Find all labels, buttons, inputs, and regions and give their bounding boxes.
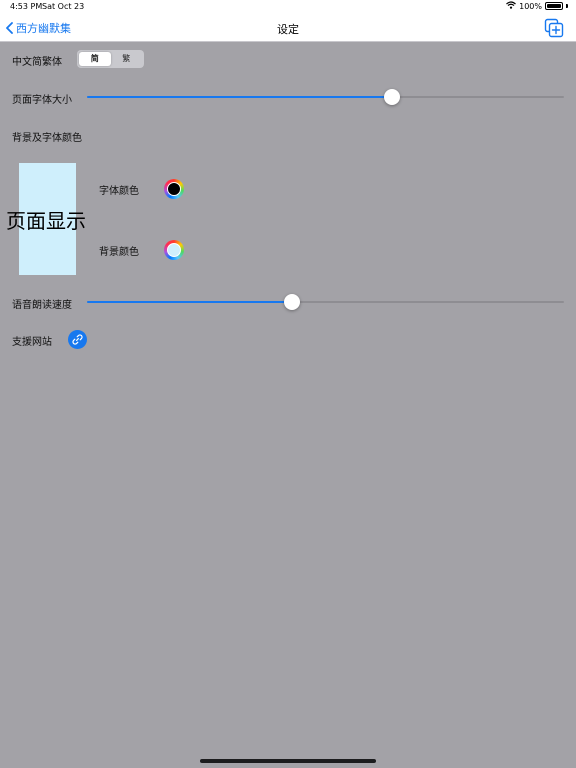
- plus-square-on-square-icon: [544, 18, 564, 38]
- background-color-label: 背景颜色: [99, 247, 139, 258]
- status-time: 4:53 PM: [10, 2, 43, 11]
- page-preview-text: 页面显示: [6, 209, 86, 233]
- navigation-bar: 西方幽默集 设定: [0, 14, 576, 42]
- font-color-label: 字体颜色: [99, 186, 139, 197]
- add-copy-button[interactable]: [544, 18, 564, 42]
- font-color-swatch: [167, 182, 181, 196]
- slider-fill: [87, 301, 293, 303]
- font-size-slider[interactable]: [87, 89, 564, 105]
- speech-rate-slider[interactable]: [87, 294, 564, 310]
- battery-icon: [545, 2, 563, 10]
- script-segmented-control[interactable]: 简 繁: [77, 50, 144, 68]
- battery-percentage: 100%: [519, 1, 542, 11]
- link-icon: [72, 334, 83, 345]
- support-site-link-button[interactable]: [68, 330, 87, 349]
- home-indicator: [200, 759, 376, 763]
- font-color-picker[interactable]: [164, 179, 184, 199]
- slider-thumb[interactable]: [384, 89, 401, 105]
- support-site-label: 支援网站: [12, 337, 52, 348]
- segment-traditional[interactable]: 繁: [111, 52, 143, 66]
- background-color-picker[interactable]: [164, 240, 184, 260]
- segment-simplified[interactable]: 简: [79, 52, 111, 66]
- wifi-icon: [506, 1, 517, 11]
- battery-tip: [566, 4, 568, 8]
- script-toggle-label: 中文简繁体: [12, 57, 62, 68]
- slider-fill: [87, 96, 393, 98]
- colors-section-label: 背景及字体颜色: [12, 133, 82, 144]
- status-bar: 4:53 PM Sat Oct 23 100%: [0, 0, 576, 14]
- status-date: Sat Oct 23: [42, 2, 85, 11]
- background-color-swatch: [167, 243, 181, 257]
- page-title: 设定: [277, 23, 299, 36]
- speech-rate-label: 语音朗读速度: [12, 300, 72, 311]
- status-right: 100%: [506, 1, 568, 11]
- slider-thumb[interactable]: [284, 294, 301, 310]
- font-size-label: 页面字体大小: [12, 95, 72, 106]
